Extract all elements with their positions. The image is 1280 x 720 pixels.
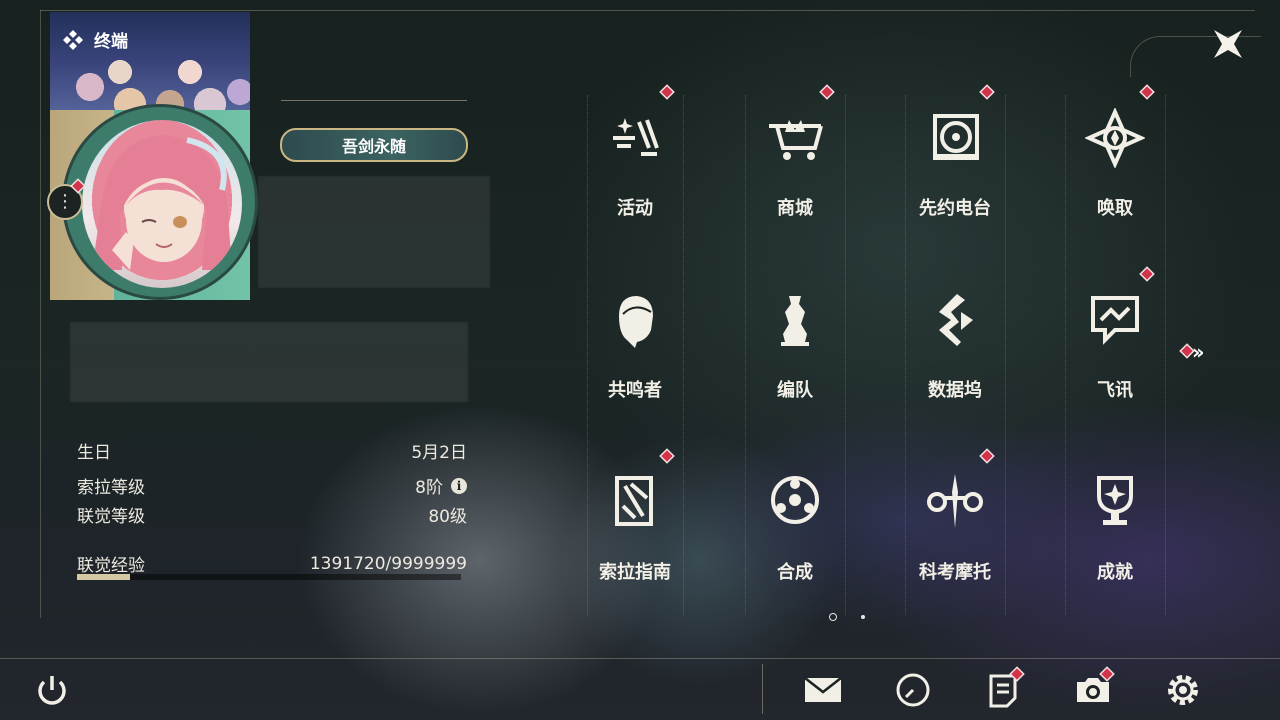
player-name-blurred: [258, 176, 490, 288]
title-badge[interactable]: 吾剑永随: [280, 128, 468, 162]
avatar[interactable]: [82, 120, 242, 288]
menu-label: 活动: [617, 198, 653, 219]
menu-team[interactable]: 编队: [735, 290, 855, 420]
stat-union-level: 联觉等级 80级: [77, 502, 467, 527]
settings-button[interactable]: [1163, 670, 1203, 710]
close-icon: [1214, 30, 1242, 58]
activity-icon: [613, 118, 659, 156]
menu-shop[interactable]: 商城: [735, 86, 855, 238]
exp-progress-bar: [77, 574, 461, 580]
menu-label: 共鸣者: [608, 380, 662, 401]
page-dot-active[interactable]: [829, 613, 837, 621]
stat-union-exp: 联觉经验 1391720/9999999: [77, 551, 467, 577]
menu-label: 数据坞: [928, 380, 982, 401]
notification-badge: [1181, 345, 1193, 357]
frame-left-line: [40, 10, 41, 618]
data-dock-icon: [939, 294, 973, 346]
stat-sola-level: 索拉等级 8阶 i: [77, 473, 467, 498]
notification-badge: [981, 450, 993, 462]
menu-label: 商城: [777, 198, 813, 219]
terminal-icon: [63, 29, 83, 50]
menu-achievements[interactable]: 成就: [1055, 472, 1175, 602]
menu-label: 成就: [1097, 562, 1133, 583]
synthesis-icon: [771, 476, 819, 524]
stat-value: 8阶: [415, 478, 443, 498]
menu-label: 飞讯: [1097, 380, 1133, 401]
summon-compass-icon: [1085, 108, 1145, 168]
notification-badge: [821, 86, 833, 98]
stat-birthday: 生日 5月2日: [77, 438, 467, 463]
power-button[interactable]: [32, 670, 72, 710]
title-divider: [281, 100, 467, 101]
terminal-header: 终端: [62, 27, 128, 52]
next-page-button[interactable]: ››: [1192, 340, 1222, 364]
menu-label: 先约电台: [919, 198, 991, 219]
info-icon[interactable]: i: [451, 477, 467, 494]
menu-data-dock[interactable]: 数据坞: [895, 290, 1015, 420]
stat-value: 5月2日: [411, 443, 467, 463]
clock-icon: [896, 673, 930, 707]
menu-label: 科考摩托: [919, 562, 991, 583]
history-button[interactable]: [893, 670, 933, 710]
power-icon: [38, 676, 66, 705]
menu-resonators[interactable]: 共鸣者: [575, 290, 695, 420]
guide-book-icon: [615, 476, 653, 526]
frame-top-line: [40, 10, 1255, 11]
exp-progress-fill: [77, 574, 131, 580]
settings-gear-icon: [1168, 675, 1198, 705]
menu-motorbike[interactable]: 科考摩托: [895, 450, 1015, 602]
resonator-portrait-icon: [619, 296, 653, 348]
title-badge-text: 吾剑永随: [341, 137, 406, 156]
menu-label: 编队: [777, 380, 813, 401]
bottom-divider: [762, 664, 763, 714]
notice-button[interactable]: [983, 668, 1023, 710]
avatar-portrait: [92, 135, 232, 270]
terminal-label: 终端: [94, 32, 128, 52]
menu-summon[interactable]: 唤取: [1055, 86, 1175, 238]
stat-value: 1391720/9999999: [309, 553, 467, 574]
stat-label: 联觉等级: [77, 507, 145, 527]
mail-button[interactable]: [803, 670, 843, 710]
menu-label: 索拉指南: [599, 562, 671, 583]
menu-label: 唤取: [1097, 198, 1133, 219]
notification-badge: [1141, 268, 1153, 280]
message-icon: [1091, 296, 1139, 345]
mail-icon: [804, 677, 842, 702]
menu-sola-guide[interactable]: 索拉指南: [575, 450, 695, 602]
notification-badge: [661, 86, 673, 98]
trophy-icon: [1097, 476, 1133, 525]
shop-cart-icon: [769, 120, 823, 160]
menu-label: 合成: [777, 562, 813, 583]
menu-activity[interactable]: 活动: [575, 86, 695, 238]
notification-badge: [981, 86, 993, 98]
motorbike-icon: [927, 474, 983, 528]
chess-team-icon: [781, 296, 809, 346]
signature-blurred[interactable]: [70, 322, 468, 402]
page-dot[interactable]: [861, 615, 865, 619]
menu-synthesis[interactable]: 合成: [735, 472, 855, 602]
bottom-bar-line: [0, 658, 1280, 659]
stat-label: 索拉等级: [77, 478, 145, 498]
radio-icon: [933, 114, 979, 160]
camera-button[interactable]: [1073, 668, 1113, 710]
notification-badge: [661, 450, 673, 462]
stat-label: 生日: [77, 443, 111, 463]
more-vertical-icon: ⋮: [56, 191, 74, 212]
chevron-double-right-icon: ››: [1192, 340, 1205, 364]
stat-label: 联觉经验: [77, 556, 145, 576]
close-button[interactable]: [1208, 24, 1248, 64]
menu-radio[interactable]: 先约电台: [895, 86, 1015, 238]
notification-badge: [1141, 86, 1153, 98]
menu-messages[interactable]: 飞讯: [1055, 268, 1175, 420]
stat-value: 80级: [428, 507, 467, 527]
